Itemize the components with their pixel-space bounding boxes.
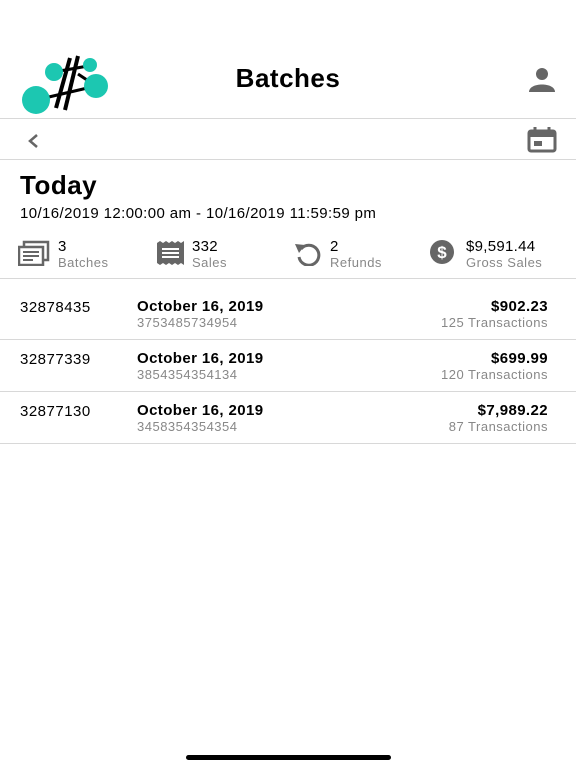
- svg-text:$: $: [437, 243, 447, 262]
- batch-row[interactable]: 32877339 October 16, 2019 3854354354134 …: [0, 331, 576, 383]
- calendar-icon[interactable]: [526, 127, 558, 153]
- stat-sales: 332 Sales: [155, 236, 275, 276]
- toolbar-divider: [0, 159, 576, 160]
- toolbar: [0, 119, 576, 159]
- batch-reference: 3854354354134: [137, 367, 238, 382]
- batch-id: 32878435: [20, 299, 91, 316]
- stat-refunds-value: 2: [330, 238, 339, 255]
- batch-transactions: 87 Transactions: [448, 419, 548, 434]
- stat-refunds-label: Refunds: [330, 255, 382, 270]
- stats-bar: 3 Batches 332 Sales 2 Refunds $ $9,591.4…: [0, 236, 576, 276]
- batch-amount: $699.99: [490, 350, 548, 367]
- app-header: Batches: [0, 40, 576, 118]
- chevron-left-icon: [28, 134, 38, 148]
- batch-transactions: 120 Transactions: [440, 367, 548, 382]
- refund-icon: [295, 243, 321, 266]
- row-divider: [0, 443, 576, 444]
- batch-id: 32877339: [20, 351, 91, 368]
- range-title: Today: [20, 170, 98, 200]
- batch-reference: 3753485734954: [137, 315, 238, 330]
- stat-sales-value: 332: [192, 238, 218, 255]
- page-title: Batches: [235, 63, 341, 93]
- stat-batches: 3 Batches: [18, 236, 138, 276]
- dollar-icon: $: [430, 240, 454, 264]
- stat-gross-sales-value: $9,591.44: [466, 238, 536, 255]
- batch-transactions: 125 Transactions: [440, 315, 548, 330]
- batches-icon: [18, 240, 50, 266]
- user-icon[interactable]: [526, 66, 558, 94]
- batch-row[interactable]: 32877130 October 16, 2019 3458354354354 …: [0, 383, 576, 435]
- batch-date: October 16, 2019: [137, 350, 264, 367]
- batch-id: 32877130: [20, 403, 91, 420]
- batch-amount: $7,989.22: [477, 402, 548, 419]
- home-indicator[interactable]: [186, 755, 391, 760]
- stat-gross-sales: $ $9,591.44 Gross Sales: [426, 236, 572, 276]
- receipt-icon: [157, 241, 184, 265]
- stat-gross-sales-label: Gross Sales: [466, 255, 543, 270]
- batch-row[interactable]: 32878435 October 16, 2019 3753485734954 …: [0, 279, 576, 331]
- batch-amount: $902.23: [490, 298, 548, 315]
- stat-batches-label: Batches: [58, 255, 109, 270]
- batch-reference: 3458354354354: [137, 419, 238, 434]
- range-dates: 10/16/2019 12:00:00 am - 10/16/2019 11:5…: [20, 205, 377, 222]
- stat-refunds: 2 Refunds: [293, 236, 413, 276]
- batch-date: October 16, 2019: [137, 298, 264, 315]
- stat-sales-label: Sales: [192, 255, 228, 270]
- stat-batches-value: 3: [58, 238, 67, 255]
- back-button[interactable]: [22, 125, 46, 153]
- batches-screen: Batches Today 10/16/2019 12:00:00 am - 1…: [0, 0, 576, 768]
- batch-date: October 16, 2019: [137, 402, 264, 419]
